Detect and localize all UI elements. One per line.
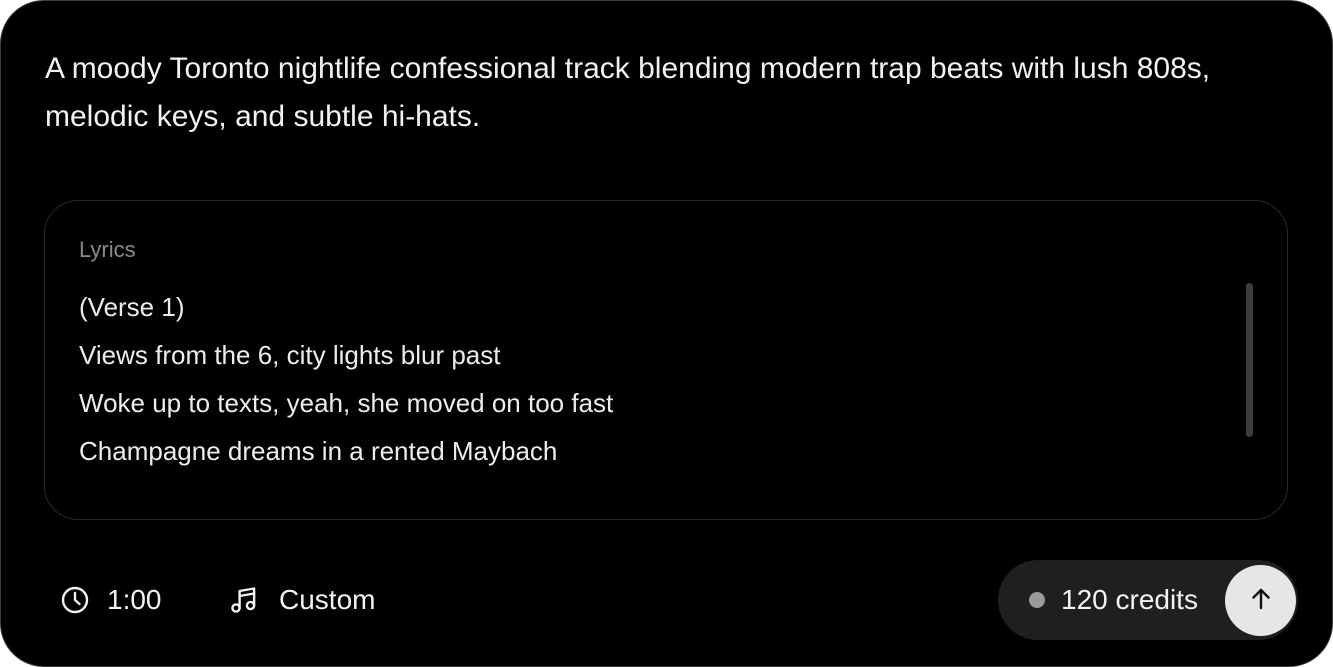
lyrics-line: Views from the 6, city lights blur past — [79, 340, 501, 370]
lyrics-line: Champagne dreams in a rented Maybach — [79, 436, 558, 466]
style-label: Custom — [279, 584, 376, 615]
arrow-up-icon — [1248, 586, 1274, 615]
duration-button[interactable]: 1:00 — [60, 577, 162, 623]
lyrics-box[interactable]: Lyrics (Verse 1) Views from the 6, city … — [44, 200, 1288, 520]
lyrics-label: Lyrics — [79, 237, 136, 262]
lyrics-lines[interactable]: (Verse 1) Views from the 6, city lights … — [79, 283, 1229, 475]
style-button[interactable]: Custom — [229, 577, 375, 623]
song-creation-card: A moody Toronto nightlife confessional t… — [0, 0, 1333, 667]
clock-icon — [60, 585, 90, 615]
submit-button[interactable] — [1225, 565, 1296, 636]
lyrics-line: Woke up to texts, yeah, she moved on too… — [79, 388, 614, 418]
duration-label: 1:00 — [107, 584, 162, 615]
lyrics-line: (Verse 1) — [79, 292, 185, 322]
music-note-icon — [229, 585, 259, 615]
lyrics-scrollbar[interactable] — [1246, 283, 1253, 437]
credits-status-dot — [1029, 592, 1045, 608]
credits-label: 120 credits — [1061, 584, 1198, 615]
song-prompt-text[interactable]: A moody Toronto nightlife confessional t… — [45, 45, 1275, 141]
